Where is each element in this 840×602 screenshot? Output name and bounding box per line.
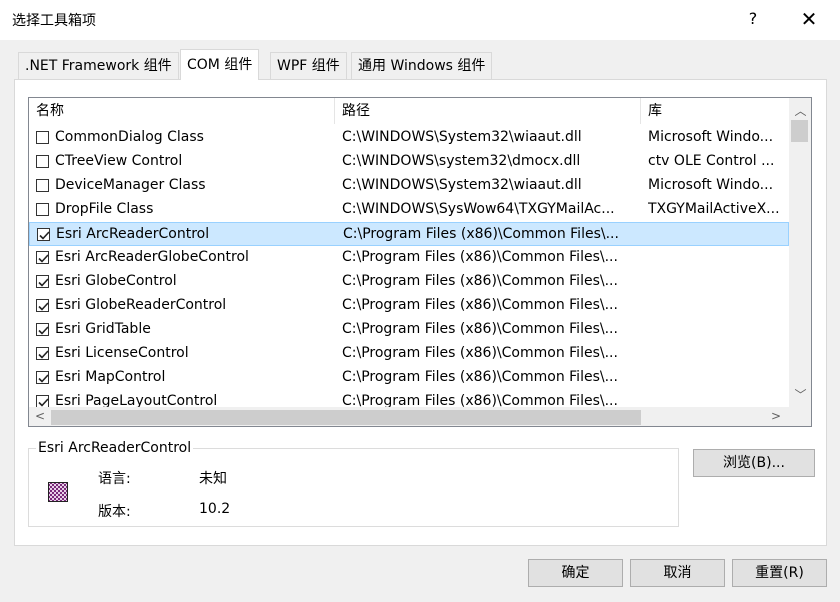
- row-path: C:\Program Files (x86)\Common Files\...: [342, 273, 618, 289]
- vertical-scroll-thumb[interactable]: [791, 120, 808, 142]
- language-label: 语言:: [98, 471, 131, 487]
- horizontal-scrollbar[interactable]: < >: [29, 407, 789, 426]
- row-name: CommonDialog Class: [55, 129, 204, 145]
- reset-button[interactable]: 重置(R): [732, 559, 827, 587]
- cancel-button[interactable]: 取消: [630, 559, 725, 587]
- ok-button[interactable]: 确定: [528, 559, 623, 587]
- checkmark-icon: [38, 254, 49, 263]
- vertical-scrollbar[interactable]: ︿ ﹀: [789, 98, 811, 407]
- list-row[interactable]: DeviceManager Class C:\WINDOWS\System32\w…: [29, 174, 789, 198]
- close-button[interactable]: ✕: [794, 6, 824, 32]
- row-path: C:\Program Files (x86)\Common Files\...: [342, 297, 618, 313]
- checkbox-checked[interactable]: [37, 228, 50, 241]
- checkbox-unchecked[interactable]: [36, 179, 49, 192]
- row-path: C:\Program Files (x86)\Common Files\...: [342, 249, 618, 265]
- list-row[interactable]: Esri GridTable C:\Program Files (x86)\Com…: [29, 318, 789, 342]
- help-button[interactable]: ?: [738, 6, 768, 32]
- row-path: C:\Program Files (x86)\Common Files\...: [342, 321, 618, 337]
- checkbox-checked[interactable]: [36, 371, 49, 384]
- list-row[interactable]: CTreeView Control C:\WINDOWS\system32\dmo…: [29, 150, 789, 174]
- row-name: DeviceManager Class: [55, 177, 206, 193]
- row-name: DropFile Class: [55, 201, 154, 217]
- tab-com[interactable]: COM 组件: [180, 49, 260, 80]
- row-name: Esri GlobeControl: [55, 273, 177, 289]
- list-row[interactable]: Esri GlobeReaderControl C:\Program Files …: [29, 294, 789, 318]
- checkbox-checked[interactable]: [36, 323, 49, 336]
- column-header-library[interactable]: 库: [641, 98, 789, 124]
- horizontal-scroll-thumb[interactable]: [51, 410, 641, 425]
- tab-universal-windows[interactable]: 通用 Windows 组件: [351, 52, 493, 79]
- checkmark-icon: [38, 326, 49, 335]
- checkbox-unchecked[interactable]: [36, 155, 49, 168]
- checkmark-icon: [38, 302, 49, 311]
- tab-net-framework[interactable]: .NET Framework 组件: [18, 52, 179, 79]
- row-path: C:\WINDOWS\System32\wiaaut.dll: [342, 177, 582, 193]
- row-path: C:\Program Files (x86)\Common Files\...: [342, 369, 618, 385]
- row-library: Microsoft Windo...: [648, 129, 774, 145]
- checkbox-checked[interactable]: [36, 299, 49, 312]
- checkbox-checked[interactable]: [36, 275, 49, 288]
- row-name: Esri ArcReaderControl: [56, 226, 210, 242]
- list-row[interactable]: DropFile Class C:\WINDOWS\SysWow64\TXGYMa…: [29, 198, 789, 222]
- scroll-down-icon[interactable]: ﹀: [789, 386, 811, 403]
- checkbox-unchecked[interactable]: [36, 203, 49, 216]
- checkmark-icon: [38, 350, 49, 359]
- window-title: 选择工具箱项: [12, 13, 96, 29]
- list-row[interactable]: Esri GlobeControl C:\Program Files (x86)\…: [29, 270, 789, 294]
- row-library: Microsoft Windo...: [648, 177, 774, 193]
- row-path: C:\WINDOWS\System32\wiaaut.dll: [342, 129, 582, 145]
- details-title: Esri ArcReaderControl: [36, 440, 194, 456]
- checkbox-unchecked[interactable]: [36, 131, 49, 144]
- checkered-control-icon: [48, 482, 68, 506]
- list-row[interactable]: Esri MapControl C:\Program Files (x86)\Co…: [29, 366, 789, 390]
- row-library: ctv OLE Control ...: [648, 153, 775, 169]
- checkmark-icon: [38, 374, 49, 383]
- language-value: 未知: [199, 471, 227, 487]
- column-header-path[interactable]: 路径: [335, 98, 641, 124]
- checkmark-icon: [39, 231, 50, 240]
- checkmark-icon: [38, 278, 49, 287]
- row-library: TXGYMailActiveX...: [648, 201, 780, 217]
- row-name: Esri GlobeReaderControl: [55, 297, 227, 313]
- scroll-right-icon[interactable]: >: [769, 409, 783, 423]
- checkbox-checked[interactable]: [36, 347, 49, 360]
- row-name: Esri LicenseControl: [55, 345, 189, 361]
- component-list[interactable]: 名称 路径 库 CommonDialog Class C:\WINDOWS\Sys…: [28, 97, 812, 427]
- title-bar: 选择工具箱项 ? ✕: [0, 0, 840, 40]
- row-name: CTreeView Control: [55, 153, 183, 169]
- version-value: 10.2: [199, 501, 231, 517]
- version-label: 版本:: [98, 504, 131, 520]
- scrollbar-corner: [789, 407, 811, 426]
- browse-button[interactable]: 浏览(B)...: [693, 449, 815, 477]
- scroll-left-icon[interactable]: <: [33, 409, 47, 423]
- row-name: Esri MapControl: [55, 369, 166, 385]
- row-path: C:\WINDOWS\system32\dmocx.dll: [342, 153, 581, 169]
- row-path: C:\Program Files (x86)\Common Files\...: [343, 226, 619, 242]
- checkbox-checked[interactable]: [36, 251, 49, 264]
- tab-wpf[interactable]: WPF 组件: [270, 52, 347, 79]
- column-header-name[interactable]: 名称: [29, 98, 335, 124]
- row-name: Esri GridTable: [55, 321, 151, 337]
- list-row[interactable]: Esri ArcReaderGlobeControl C:\Program Fil…: [29, 246, 789, 270]
- list-row[interactable]: Esri ArcReaderControl C:\Program Files (x…: [29, 222, 789, 246]
- row-path: C:\Program Files (x86)\Common Files\...: [342, 345, 618, 361]
- row-path: C:\WINDOWS\SysWow64\TXGYMailAc...: [342, 201, 615, 217]
- scroll-up-icon[interactable]: ︿: [789, 102, 811, 119]
- row-name: Esri ArcReaderGlobeControl: [55, 249, 249, 265]
- list-row[interactable]: Esri LicenseControl C:\Program Files (x86…: [29, 342, 789, 366]
- list-row[interactable]: CommonDialog Class C:\WINDOWS\System32\wi…: [29, 126, 789, 150]
